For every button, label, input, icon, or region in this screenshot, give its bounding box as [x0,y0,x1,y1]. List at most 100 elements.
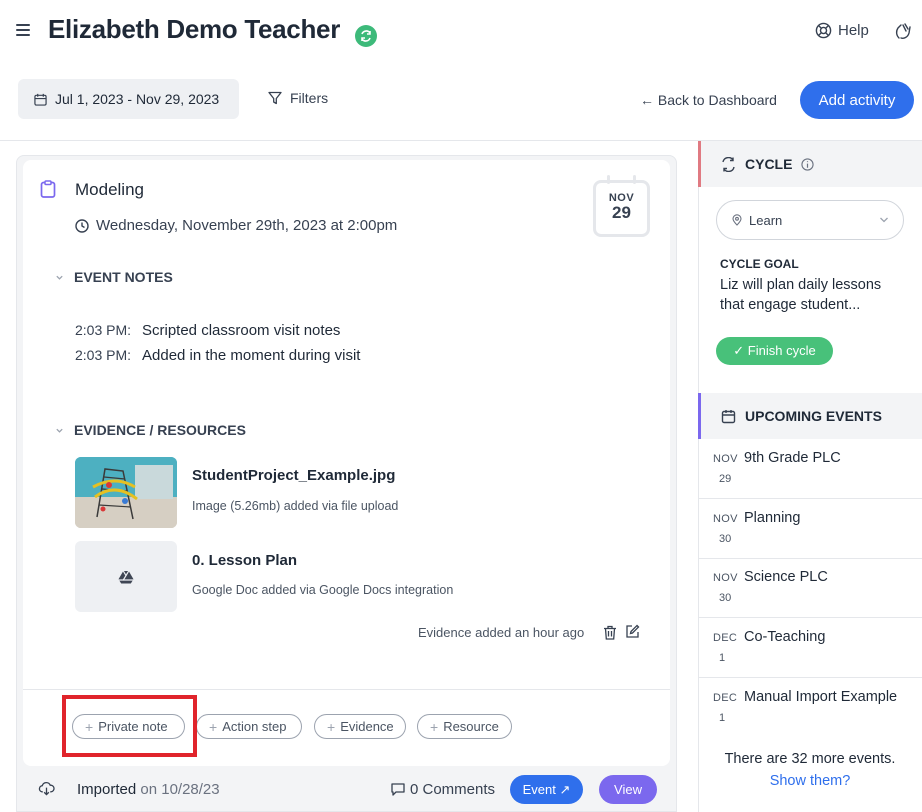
event-notes-toggle[interactable]: EVENT NOTES [55,269,173,285]
cycle-goal-label: CYCLE GOAL [720,257,799,271]
imported-label: Imported [77,781,137,798]
image-thumbnail[interactable] [75,457,177,528]
note-time: 2:03 PM: [75,347,132,363]
page-title: Elizabeth Demo Teacher [48,14,341,44]
cycle-stage-select[interactable]: Learn [716,200,904,240]
upcoming-event-item[interactable]: DEC 1 Co-Teaching [698,618,922,678]
event-day: 1 [719,652,726,664]
add-resource-button[interactable]: + Resource [417,714,512,739]
event-month: DEC [713,632,738,644]
upcoming-event-item[interactable]: NOV 30 Science PLC [698,558,922,618]
plus-icon: + [327,718,336,735]
plus-icon: + [430,718,439,735]
google-doc-thumbnail[interactable] [75,541,177,612]
comment-icon [391,783,405,796]
lifebuoy-icon [815,22,832,39]
resource-label: Resource [443,719,499,734]
event-name: Planning [744,510,801,526]
note-text: Added in the moment during visit [142,347,361,364]
info-icon[interactable] [801,157,815,171]
note-time: 2:03 PM: [75,322,132,338]
chevron-down-icon [56,428,63,433]
event-notes-heading: EVENT NOTES [74,269,173,285]
file-name[interactable]: StudentProject_Example.jpg [192,467,395,484]
event-name: 9th Grade PLC [744,450,841,466]
cycle-header: CYCLE [698,141,922,187]
help-link[interactable]: Help [815,22,869,39]
event-day: 30 [719,533,732,545]
event-month: NOV [713,572,738,584]
calendar-icon [34,93,47,106]
event-name: Science PLC [744,569,828,585]
comments-count: 0 Comments [410,781,496,798]
imported-date: on 10/28/23 [140,781,220,798]
event-month: NOV [713,513,738,525]
event-day: 29 [719,473,732,485]
top-bar: Elizabeth Demo Teacher Help [0,0,922,62]
card-divider [23,689,670,690]
event-month: NOV [713,453,738,465]
calendar-date-badge: NOV 29 [593,175,650,237]
file-description: Image (5.26mb) added via file upload [192,499,399,513]
action-step-label: Action step [222,719,287,734]
event-month: DEC [713,692,738,704]
note-item: 2:03 PM: Added in the moment during visit [75,347,360,364]
note-text: Scripted classroom visit notes [142,322,341,339]
finish-cycle-button[interactable]: ✓ Finish cycle [716,337,833,365]
back-to-dashboard-link[interactable]: ← Back to Dashboard [640,92,777,108]
imported-status: Imported on 10/28/23 [77,781,220,798]
menu-icon[interactable] [16,24,30,36]
cloud-download-icon [38,781,55,796]
evidence-added-timestamp: Evidence added an hour ago [418,625,585,640]
comments-link[interactable]: 0 Comments [391,781,495,798]
upcoming-event-item[interactable]: NOV 30 Planning [698,499,922,559]
cycle-stage-value: Learn [749,212,783,228]
activity-datetime: Wednesday, November 29th, 2023 at 2:00pm [75,217,397,234]
add-activity-button[interactable]: Add activity [800,81,914,119]
help-label: Help [838,22,869,39]
show-more-events-link[interactable]: Show them? [698,773,922,789]
event-name: Manual Import Example [744,689,898,705]
filters-label: Filters [290,90,329,106]
file-name[interactable]: 0. Lesson Plan [192,552,297,569]
view-button[interactable]: View [599,775,657,804]
upcoming-event-item[interactable]: NOV 29 9th Grade PLC [698,439,922,499]
evidence-heading: EVIDENCE / RESOURCES [74,422,246,438]
date-range-label: Jul 1, 2023 - Nov 29, 2023 [55,91,220,107]
event-button[interactable]: Event ↗ [510,775,583,804]
sync-badge-icon [355,25,377,47]
upcoming-events-header: UPCOMING EVENTS [698,393,922,439]
upcoming-event-item[interactable]: DEC 1 Manual Import Example [698,678,922,738]
calendar-day: 29 [612,203,631,222]
edit-icon[interactable] [625,624,640,639]
event-day: 30 [719,592,732,604]
clipboard-icon [40,180,56,198]
student-project-image [75,457,177,528]
upcoming-events-heading: UPCOMING EVENTS [745,408,882,424]
activity-title: Modeling [75,180,144,199]
plus-icon: + [209,718,218,735]
location-pin-icon [732,214,742,226]
filter-icon [268,91,282,105]
note-item: 2:03 PM: Scripted classroom visit notes [75,322,340,339]
filters-button[interactable]: Filters [268,90,328,106]
waving-hand-icon[interactable] [893,21,913,41]
highlight-annotation-box [62,695,197,757]
event-name: Co-Teaching [744,629,826,645]
event-day: 1 [719,712,726,724]
add-evidence-button[interactable]: + Evidence [314,714,406,739]
calendar-icon [721,409,736,423]
cycle-heading: CYCLE [745,156,793,172]
add-action-step-button[interactable]: + Action step [196,714,302,739]
google-drive-icon [118,570,134,583]
cycle-goal-text: Liz will plan daily lessons that engage … [720,277,882,313]
trash-icon[interactable] [603,625,617,640]
date-range-picker[interactable]: Jul 1, 2023 - Nov 29, 2023 [18,79,239,119]
cycle-arrows-icon [722,156,735,172]
file-description: Google Doc added via Google Docs integra… [192,583,454,597]
evidence-label: Evidence [340,719,394,734]
clock-icon [75,218,89,233]
evidence-resources-toggle[interactable]: EVIDENCE / RESOURCES [55,422,246,438]
chevron-down-icon [880,217,888,223]
chevron-down-icon [56,275,63,280]
